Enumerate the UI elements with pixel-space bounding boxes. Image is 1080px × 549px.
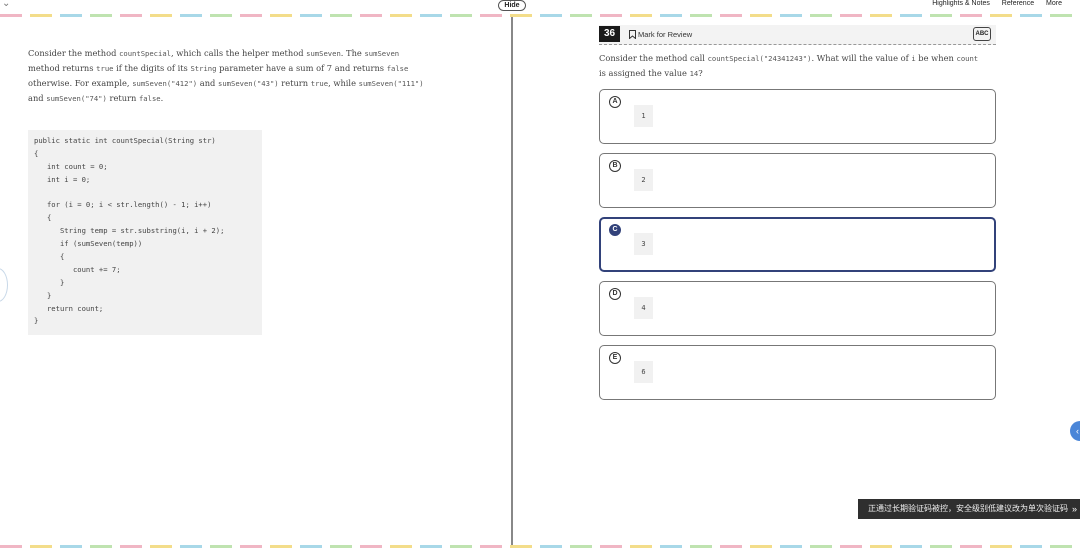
code-term: countSpecial (119, 49, 171, 58)
code-term: sumSeven("111") (358, 79, 424, 88)
mark-for-review-button[interactable]: Mark for Review (629, 30, 693, 40)
answer-option-b[interactable]: B 2 (599, 153, 996, 208)
question-fragment: ? (698, 68, 703, 78)
code-line: public static int countSpecial(String st… (34, 136, 216, 145)
chevron-down-icon[interactable]: ⌄ (2, 0, 10, 9)
passage-fragment: otherwise. For example, (28, 78, 133, 88)
top-links: Highlights & Notes Reference More (922, 0, 1062, 7)
code-term: sumSeven("43") (218, 79, 279, 88)
passage-fragment: and (197, 78, 219, 88)
option-letter: D (609, 288, 621, 300)
option-value: 1 (634, 105, 653, 127)
passage-text: Consider the method countSpecial, which … (28, 46, 428, 106)
chevron-left-icon[interactable]: ‹ (1070, 421, 1080, 441)
answer-option-e[interactable]: E 6 (599, 345, 996, 400)
scroll-handle[interactable] (0, 268, 8, 302)
answer-option-a[interactable]: A 1 (599, 89, 996, 144)
code-term: 14 (689, 69, 699, 78)
option-letter: C (609, 224, 621, 236)
code-term: String (190, 64, 217, 73)
option-value: 3 (634, 233, 653, 255)
bottom-stripe (0, 545, 1080, 548)
option-value: 4 (634, 297, 653, 319)
answer-option-d[interactable]: D 4 (599, 281, 996, 336)
code-term: false (386, 64, 409, 73)
code-term: true (310, 79, 329, 88)
option-letter: E (609, 352, 621, 364)
question-header: 36 Mark for Review ABC (599, 25, 996, 45)
abc-eliminator-button[interactable]: ABC (973, 27, 991, 41)
highlights-notes-link[interactable]: Highlights & Notes (932, 0, 990, 7)
code-line: return count; (34, 303, 104, 313)
question-text: Consider the method call countSpecial("2… (599, 51, 979, 81)
answer-option-c[interactable]: C 3 (599, 217, 996, 272)
passage-fragment: method returns (28, 63, 97, 73)
option-letter: A (609, 96, 621, 108)
passage-fragment: , which calls the helper method (171, 48, 307, 58)
passage-fragment: return (278, 78, 311, 88)
code-line: { (34, 148, 39, 158)
code-term: sumSeven (306, 49, 341, 58)
code-line: int count = 0; (34, 161, 108, 171)
passage-fragment: . The (340, 48, 365, 58)
question-fragment: . What will the value of (811, 53, 912, 63)
code-line: { (34, 252, 65, 262)
code-line: } (34, 316, 39, 326)
bookmark-icon (629, 30, 636, 40)
more-link[interactable]: More (1046, 0, 1062, 7)
passage-fragment: return (106, 93, 139, 103)
code-term: false (138, 94, 161, 103)
code-line: String temp = str.substring(i, i + 2); (34, 226, 225, 236)
passage-fragment: if the digits of its (113, 63, 191, 73)
passage-fragment: , while (328, 78, 359, 88)
code-term: true (96, 64, 114, 73)
expand-arrow-icon[interactable]: » (1072, 499, 1077, 519)
code-line: if (sumSeven(temp)) (34, 239, 143, 249)
code-term: sumSeven (364, 49, 400, 58)
pane-divider[interactable] (511, 17, 513, 545)
top-stripe (0, 14, 1080, 17)
code-line: { (34, 213, 52, 223)
code-block: public static int countSpecial(String st… (28, 130, 262, 335)
code-term: sumSeven("74") (46, 94, 107, 103)
code-line: count += 7; (34, 264, 121, 274)
passage-fragment: parameter have a sum of 7 and returns (216, 63, 387, 73)
code-line: } (34, 277, 65, 287)
question-number: 36 (599, 26, 620, 42)
code-term: count (956, 54, 979, 63)
code-term: sumSeven("412") (132, 79, 198, 88)
question-fragment: Consider the method call (599, 53, 708, 63)
reference-link[interactable]: Reference (1002, 0, 1034, 7)
option-letter: B (609, 160, 621, 172)
top-toolbar: ⌄ Hide Highlights & Notes Reference More (0, 0, 1080, 14)
mark-label: Mark for Review (638, 30, 693, 39)
toast-text: 正通过长期验证码被控，安全级别低建议改为单次验证码 (868, 504, 1068, 513)
code-line: for (i = 0; i < str.length() - 1; i++) (34, 200, 212, 210)
passage-fragment: and (28, 93, 47, 103)
code-term: countSpecial("24341243") (707, 54, 812, 63)
question-fragment: is assigned the value (599, 68, 690, 78)
code-line: } (34, 290, 52, 300)
question-fragment: be when (915, 53, 957, 63)
hide-button[interactable]: Hide (498, 0, 526, 11)
passage-fragment: Consider the method (28, 48, 120, 58)
passage-fragment: . (160, 93, 164, 103)
notification-toast: 正通过长期验证码被控，安全级别低建议改为单次验证码 » (858, 499, 1080, 519)
code-line: int i = 0; (34, 174, 91, 184)
option-value: 6 (634, 361, 653, 383)
option-value: 2 (634, 169, 653, 191)
